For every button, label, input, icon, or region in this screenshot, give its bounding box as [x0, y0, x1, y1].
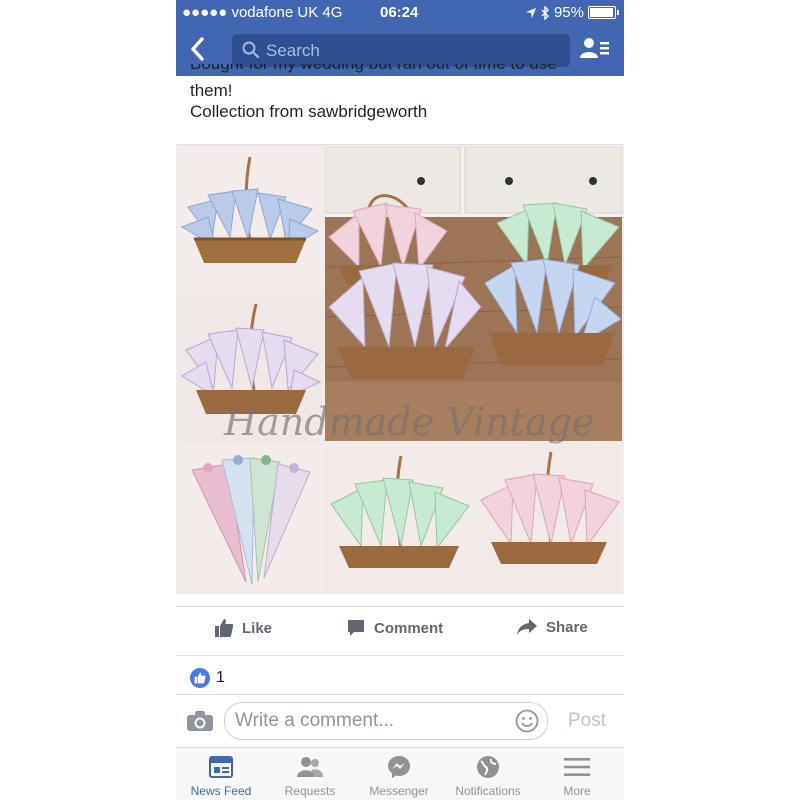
- mint-cones-basket-image: [330, 455, 470, 568]
- photo-tile-pink-basket: [475, 444, 622, 592]
- like-reaction-icon: [190, 668, 210, 688]
- post-text-line-2: Collection from sawbridgeworth: [190, 102, 428, 121]
- divider: [176, 694, 624, 695]
- pink-cones-basket-image: [480, 451, 620, 564]
- photo-tile-main: [325, 147, 622, 441]
- share-button[interactable]: Share: [516, 618, 588, 636]
- post-comment-button[interactable]: Post: [568, 710, 606, 732]
- status-bar: ●●●●● vodafone UK 4G 06:24 95%: [176, 0, 624, 24]
- carrier-label: ●●●●● vodafone UK 4G: [182, 4, 343, 21]
- like-label: Like: [242, 619, 273, 637]
- reaction-summary[interactable]: 1: [190, 668, 225, 688]
- photo-tile-mint-basket: [325, 444, 472, 592]
- emoji-icon[interactable]: [515, 709, 539, 733]
- globe-icon: [477, 756, 499, 778]
- comment-button[interactable]: Comment: [346, 618, 443, 638]
- tab-label: More: [563, 784, 591, 798]
- post-text-line-1: them!: [190, 81, 233, 100]
- tab-label: Messenger: [369, 784, 429, 798]
- bluetooth-icon: [541, 5, 549, 20]
- messenger-icon: [388, 756, 410, 778]
- clock: 06:24: [380, 4, 419, 21]
- thumbs-up-icon: [215, 619, 234, 637]
- share-arrow-icon: [517, 619, 537, 635]
- hamburger-icon: [564, 758, 590, 776]
- camera-icon: [187, 711, 213, 731]
- blue-cones-basket-image: [180, 156, 320, 263]
- tab-news-feed[interactable]: News Feed: [176, 754, 266, 798]
- reaction-count: 1: [216, 669, 225, 686]
- requests-icon: [297, 757, 323, 777]
- comment-placeholder: Write a comment...: [235, 710, 395, 731]
- search-placeholder: Search: [266, 41, 320, 60]
- tab-label: Notifications: [455, 784, 521, 798]
- tab-label: News Feed: [190, 784, 252, 798]
- paper-cones-image: [191, 455, 311, 585]
- tab-messenger[interactable]: Messenger: [354, 754, 444, 798]
- comment-composer: Write a comment... Post: [176, 696, 624, 746]
- post-photo-collage[interactable]: Handmade Vintage: [176, 145, 624, 594]
- post-actions: Like Comment Share: [176, 608, 624, 654]
- news-feed-icon: [209, 756, 233, 778]
- photo-tile-blue-basket: [178, 147, 322, 293]
- tab-more[interactable]: More: [532, 754, 622, 798]
- comment-bubble-icon: [348, 620, 364, 636]
- tab-requests[interactable]: Requests: [265, 754, 355, 798]
- divider: [176, 606, 624, 607]
- bottom-tab-bar: News Feed Requests Messenger Notificatio…: [176, 747, 624, 800]
- facebook-app-screen: ●●●●● vodafone UK 4G 06:24 95% Search Bo: [176, 0, 624, 800]
- friends-list-button[interactable]: [580, 36, 610, 62]
- back-button[interactable]: [186, 34, 216, 64]
- location-icon: [525, 7, 536, 18]
- four-baskets-image: [325, 147, 622, 441]
- post-text: Bought for my wedding but ran out of tim…: [190, 64, 610, 122]
- comment-label: Comment: [374, 619, 444, 637]
- post-text-clipped-line: Bought for my wedding but ran out of tim…: [190, 64, 610, 76]
- friends-list-icon: [580, 38, 609, 58]
- search-icon: [242, 41, 260, 59]
- battery-percent: 95%: [553, 4, 584, 21]
- camera-button[interactable]: [186, 710, 214, 737]
- photo-watermark: Handmade Vintage: [224, 400, 595, 444]
- comment-input[interactable]: Write a comment...: [224, 702, 548, 740]
- divider: [176, 655, 624, 656]
- tab-label: Requests: [284, 784, 336, 798]
- share-label: Share: [546, 618, 588, 636]
- tab-notifications[interactable]: Notifications: [443, 754, 533, 798]
- status-right: 95%: [525, 4, 619, 21]
- search-input[interactable]: Search: [232, 34, 570, 67]
- like-button[interactable]: Like: [214, 618, 272, 638]
- back-chevron-icon: [191, 37, 204, 61]
- battery-icon: [588, 6, 619, 19]
- photo-tile-cones: [178, 444, 322, 592]
